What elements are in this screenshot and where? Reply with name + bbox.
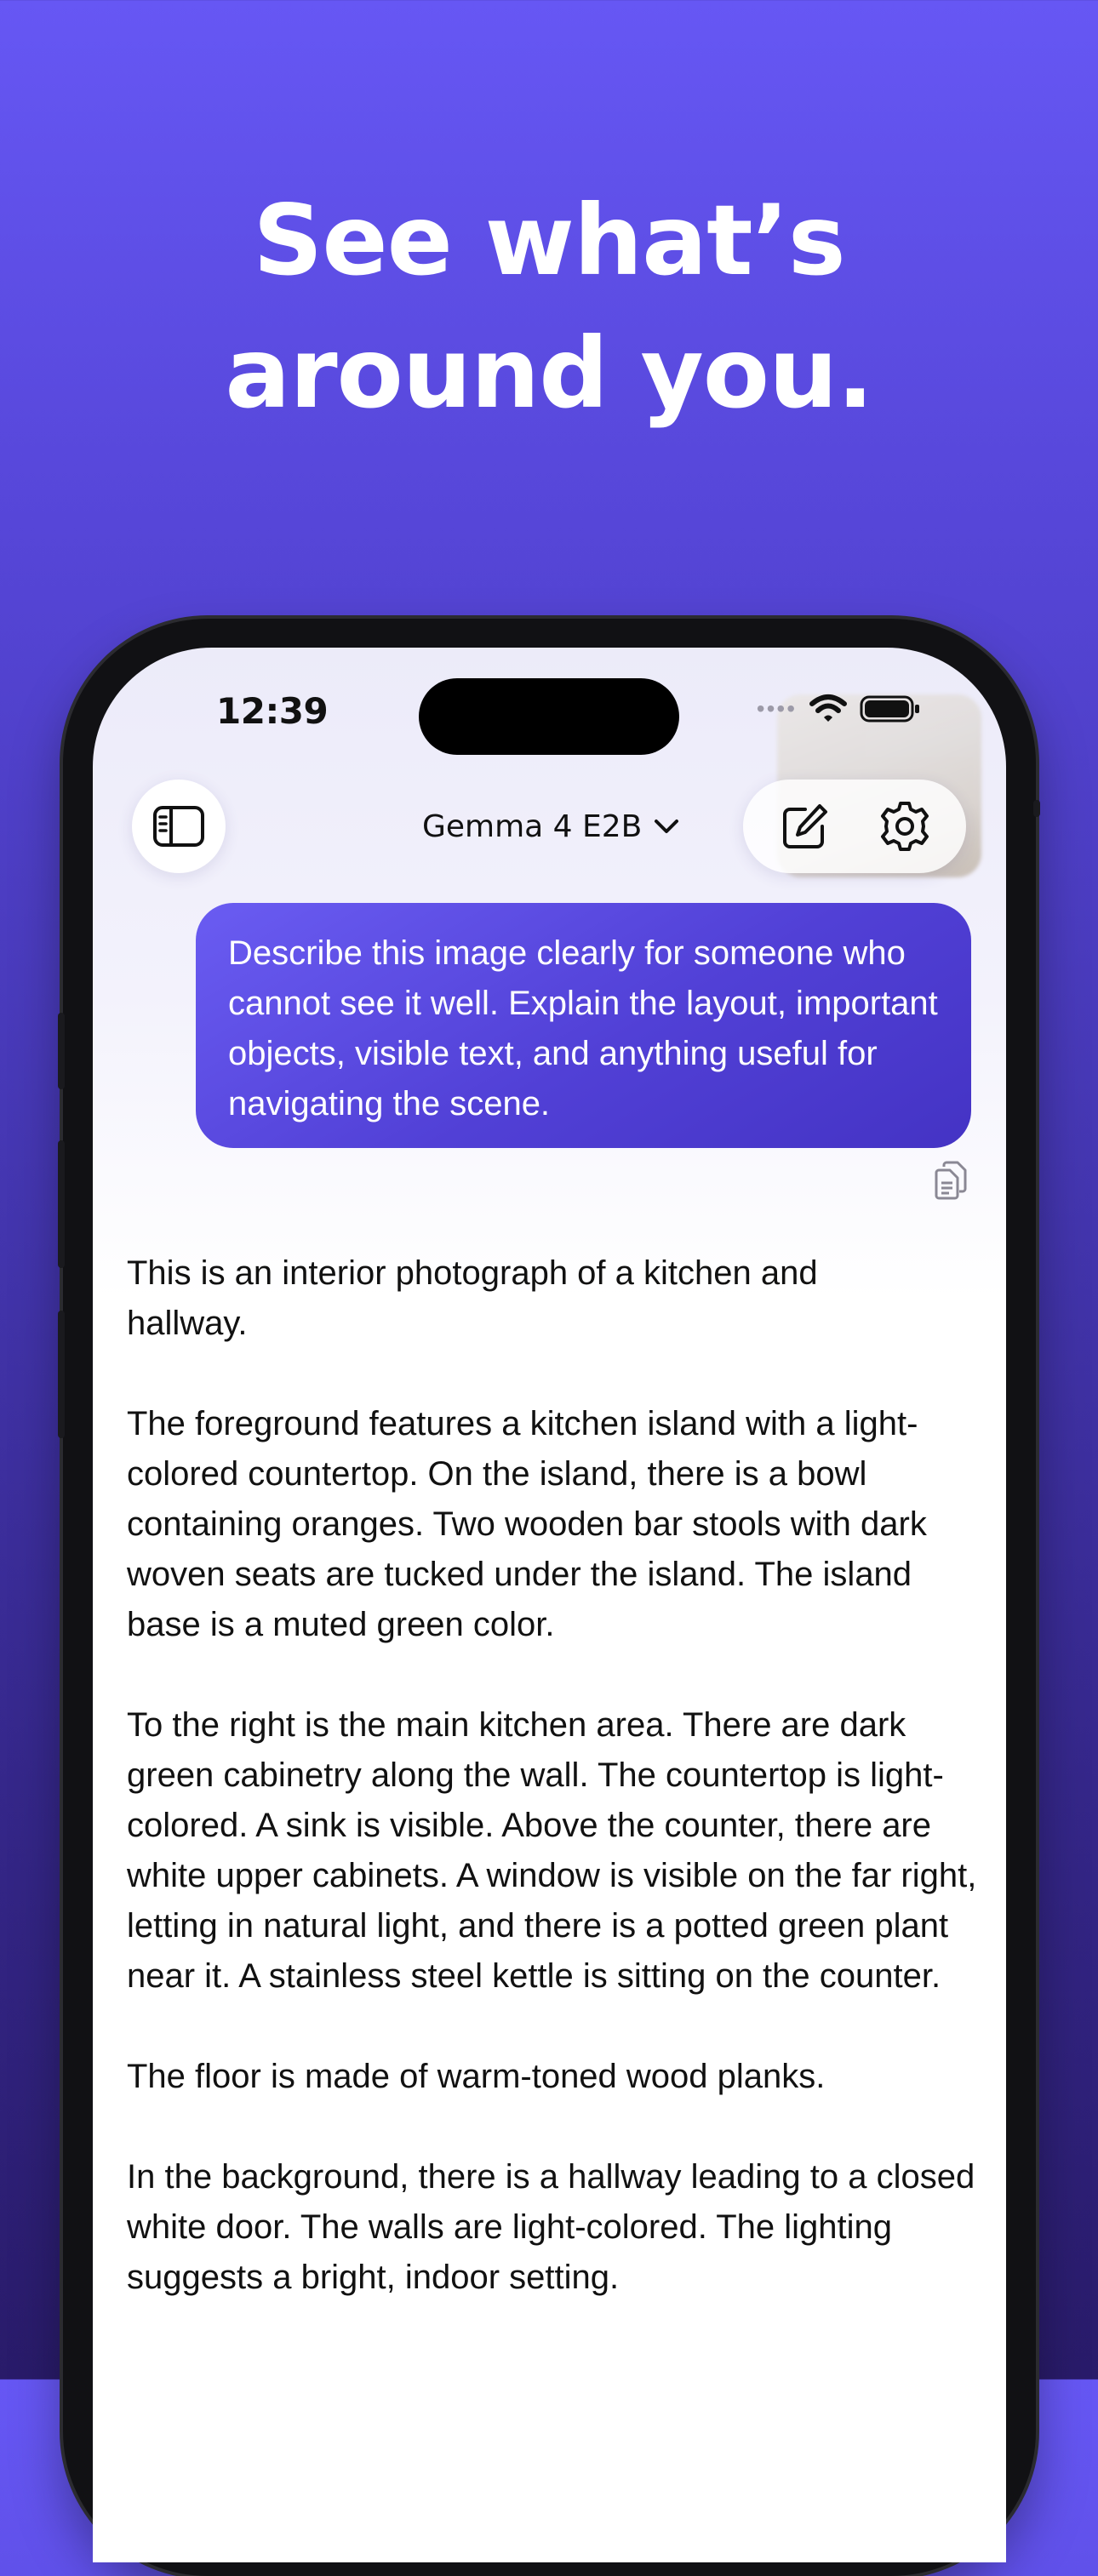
action-button xyxy=(58,1013,65,1089)
gear-icon xyxy=(880,802,929,851)
response-paragraph: The floor is made of warm-toned wood pla… xyxy=(127,2058,826,2095)
response-paragraph: The foreground features a kitchen island… xyxy=(127,1405,927,1643)
battery-icon xyxy=(860,695,919,723)
assistant-response: This is an interior photograph of a kitc… xyxy=(127,1248,978,2353)
wifi-icon xyxy=(809,694,847,722)
settings-button[interactable] xyxy=(871,792,939,860)
signal-dots: •••• xyxy=(756,695,797,722)
top-actions-pill xyxy=(743,780,966,873)
phone-screen: 12:39 •••• Gemma 4 E2B Describe this ima… xyxy=(93,648,1006,2562)
response-paragraph: To the right is the main kitchen area. T… xyxy=(127,1706,977,1995)
sidebar-icon xyxy=(153,806,204,847)
dynamic-island xyxy=(419,678,679,755)
response-paragraph: In the background, there is a hallway le… xyxy=(127,2158,975,2296)
volume-down-button xyxy=(58,1311,65,1438)
power-button xyxy=(1033,800,1040,817)
chevron-down-icon xyxy=(655,820,679,833)
user-message-bubble: Describe this image clearly for someone … xyxy=(196,903,971,1148)
sidebar-toggle-button[interactable] xyxy=(132,780,226,873)
status-indicators: •••• xyxy=(757,687,921,731)
model-name: Gemma 4 E2B xyxy=(422,808,643,844)
headline-line-1: See what’s xyxy=(253,184,846,297)
new-chat-button[interactable] xyxy=(771,792,839,860)
new-chat-icon xyxy=(782,804,827,848)
status-time: 12:39 xyxy=(216,690,329,732)
volume-up-button xyxy=(58,1140,65,1268)
model-selector[interactable]: Gemma 4 E2B xyxy=(422,801,679,852)
response-paragraph: This is an interior photograph of a kitc… xyxy=(127,1254,818,1342)
copy-icon[interactable] xyxy=(932,1160,969,1201)
headline-line-2: around you. xyxy=(225,317,873,430)
headline: See what’s around you. xyxy=(0,174,1098,440)
